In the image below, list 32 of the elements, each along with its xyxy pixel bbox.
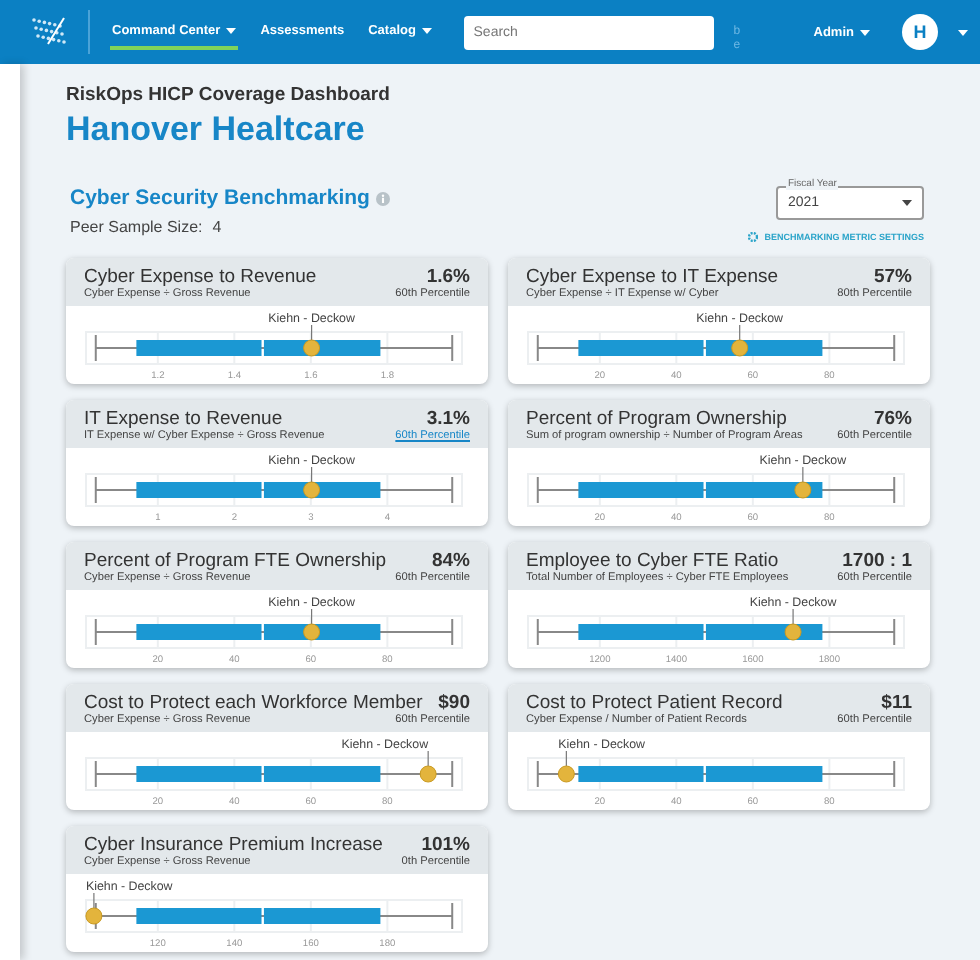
metric-title: Cost to Protect each Workforce Member [84, 692, 423, 714]
caret-icon [902, 200, 912, 206]
leader-line [93, 892, 95, 909]
metric-title: Percent of Program FTE Ownership [84, 550, 386, 572]
metric-title: Cyber Expense to Revenue [84, 266, 317, 288]
metric-value: 1.6% [426, 266, 470, 288]
info-icon[interactable] [375, 191, 390, 205]
organization-title: Hanover Healtcare [66, 110, 367, 150]
section-title: Cyber Security Benchmarking [70, 186, 370, 210]
metric-value: 57% [873, 266, 912, 288]
metric-title: Cost to Protect Patient Record [526, 692, 783, 714]
metric-title: Cyber Expense to IT Expense [526, 266, 779, 288]
peer-value: 4 [212, 218, 222, 236]
metric-value: 3.1% [426, 408, 470, 430]
metric-value: 101% [421, 834, 470, 856]
leader-line [792, 608, 794, 625]
peer-label: Peer Sample Size: [70, 218, 203, 236]
metric-title: Percent of Program Ownership [526, 408, 787, 430]
metric-value: 1700 : 1 [842, 550, 912, 572]
caret-icon [860, 29, 870, 35]
avatar[interactable]: H [902, 14, 938, 50]
leader-line [802, 466, 804, 483]
metric-value: 84% [431, 550, 470, 572]
metric-value: $90 [438, 692, 470, 714]
metric-value: $11 [881, 692, 912, 714]
metric-value: 76% [873, 408, 912, 430]
gear-icon [748, 232, 759, 242]
metric-title: Cyber Insurance Premium Increase [84, 834, 383, 856]
caret-icon [958, 29, 968, 35]
metric-title: IT Expense to Revenue [84, 408, 283, 430]
metric-title: Employee to Cyber FTE Ratio [526, 550, 779, 572]
dashboard-subtitle: RiskOps HICP Coverage Dashboard [66, 84, 392, 106]
